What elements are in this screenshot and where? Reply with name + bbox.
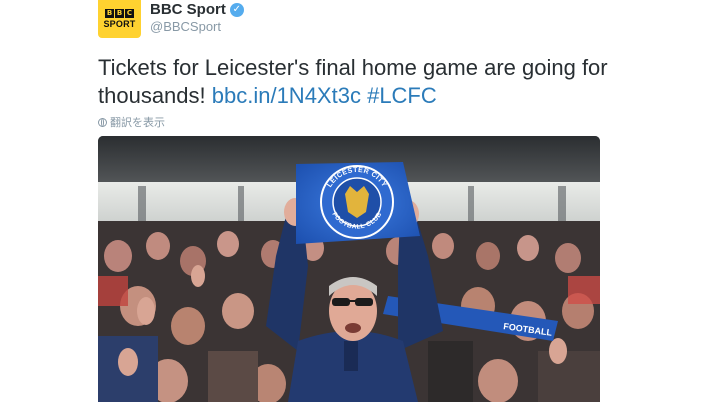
verified-badge-icon: ✓	[229, 2, 244, 17]
translate-button[interactable]: 翻訳を表示	[98, 114, 165, 130]
bbc-block-b2: B	[115, 9, 124, 18]
author-name[interactable]: BBC Sport	[150, 1, 226, 18]
tweet-photo[interactable]: FOOTBALL LEICESTER CITY FOOTBALL CLUB	[98, 136, 600, 402]
translate-label: 翻訳を表示	[110, 117, 165, 129]
bbc-sport-avatar[interactable]: B B C SPORT	[98, 0, 141, 38]
lcfc-flag: LEICESTER CITY FOOTBALL CLUB	[296, 162, 420, 244]
hashtag-link[interactable]: #LCFC	[367, 83, 437, 108]
bbc-block-b1: B	[105, 9, 114, 18]
tweet-card: B B C SPORT BBC Sport ✓ @BBCSport Ticket…	[0, 0, 702, 402]
tweet-link[interactable]: bbc.in/1N4Xt3c	[212, 83, 361, 108]
avatar-sport-word: SPORT	[103, 19, 136, 29]
bbc-logo: B B C	[105, 9, 134, 18]
tweet-text: Tickets for Leicester's final home game …	[98, 54, 618, 110]
globe-icon	[98, 117, 107, 127]
author-handle[interactable]: @BBCSport	[150, 19, 221, 34]
crowd-photo: FOOTBALL LEICESTER CITY FOOTBALL CLUB	[98, 136, 600, 402]
bbc-block-c: C	[125, 9, 134, 18]
author-name-row: BBC Sport ✓	[150, 1, 244, 18]
